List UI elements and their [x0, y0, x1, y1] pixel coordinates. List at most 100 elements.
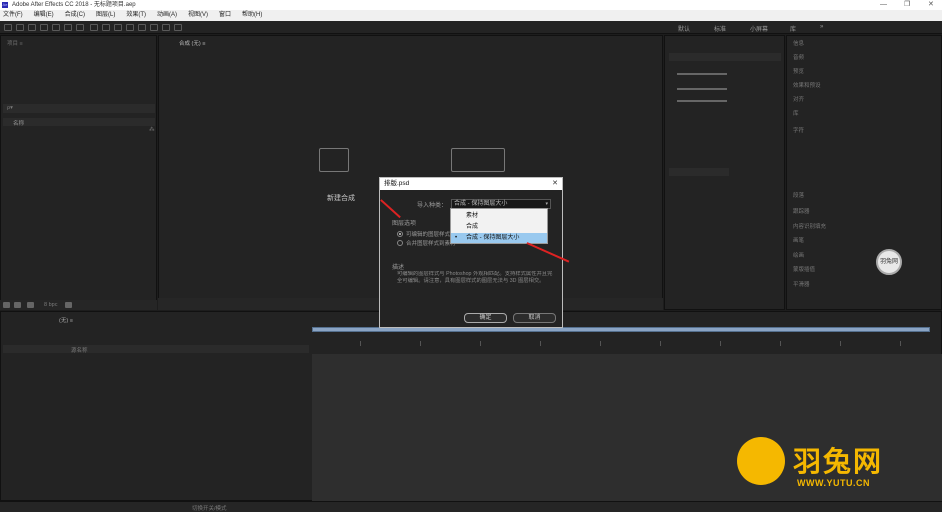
menu-bar: 文件(F) 编辑(E) 合成(C) 图层(L) 效果(T) 动画(A) 视图(V… [0, 10, 942, 21]
slider-3[interactable] [677, 100, 727, 102]
minimize-button[interactable]: — [880, 0, 887, 10]
menu-layer[interactable]: 图层(L) [96, 10, 115, 21]
interpret-footage-icon[interactable] [3, 302, 10, 308]
chevron-down-icon: ▾ [545, 201, 548, 207]
dialog-close-icon[interactable]: ✕ [552, 178, 558, 190]
clone-tool-icon[interactable] [138, 24, 146, 31]
toolbar: 默认 标准 小屏幕 库 » [0, 21, 942, 34]
eraser-tool-icon[interactable] [150, 24, 158, 31]
panel-paint[interactable]: 绘画 [793, 251, 804, 259]
panel-smoother[interactable]: 平滑器 [793, 280, 810, 288]
right-panels: 信息 音频 预览 效果和预设 对齐 库 字符 段落 跟踪器 内容识别填充 画笔 … [786, 35, 942, 310]
comp-tab[interactable]: 合成 (无) ≡ [179, 39, 205, 47]
app-window: Ae Adobe After Effects CC 2018 - 无标题项目.a… [0, 0, 942, 512]
project-tab[interactable]: 项目 ≡ [7, 39, 23, 47]
trash-icon[interactable] [65, 302, 72, 308]
camera-tool-icon[interactable] [64, 24, 72, 31]
ruler-tick [900, 341, 901, 346]
panel-preview[interactable]: 预览 [793, 67, 804, 75]
panel-library[interactable]: 库 [793, 109, 799, 117]
workspace-small-screen[interactable]: 小屏幕 [750, 24, 768, 33]
pen-tool-icon[interactable] [102, 24, 110, 31]
watermark-badge-text: 羽兔网 [879, 259, 898, 265]
import-kind-dropdown: 素材 合成 • 合成 - 保持图层大小 [450, 208, 548, 244]
preset-field[interactable] [669, 53, 781, 61]
cancel-button[interactable]: 取消 [513, 313, 556, 323]
bpc-label[interactable]: 8 bpc [44, 302, 57, 308]
maximize-button[interactable]: ❐ [904, 0, 910, 10]
new-comp-icon[interactable] [319, 148, 349, 172]
new-comp-from-footage-icon[interactable] [451, 148, 505, 172]
menu-effect[interactable]: 效果(T) [126, 10, 146, 21]
new-comp-label[interactable]: 新建合成 [327, 193, 355, 203]
shape-tool-icon[interactable] [90, 24, 98, 31]
new-comp-icon[interactable] [27, 302, 34, 308]
radio-merge-styles-label[interactable]: 合并图层样式到素材 [406, 239, 456, 247]
workspace-library[interactable]: 库 [790, 24, 796, 33]
project-column-header: 名称 [3, 118, 155, 127]
option-footage[interactable]: 素材 [451, 211, 547, 221]
menu-edit[interactable]: 编辑(E) [34, 10, 54, 21]
option-comp-retain-layer-sizes[interactable]: • 合成 - 保持图层大小 [451, 233, 547, 243]
menu-file[interactable]: 文件(F) [3, 10, 23, 21]
option-comp-retain-label: 合成 - 保持图层大小 [466, 235, 520, 241]
project-search[interactable]: ρ▾ [3, 104, 155, 113]
yutu-logo-icon [737, 437, 785, 485]
slider-2[interactable] [677, 88, 727, 90]
layer-options-label: 图层选项 [392, 221, 417, 227]
ruler-tick [720, 341, 721, 346]
ruler-tick [780, 341, 781, 346]
panel-character[interactable]: 字符 [793, 126, 804, 134]
zoom-tool-icon[interactable] [40, 24, 48, 31]
hand-tool-icon[interactable] [28, 24, 36, 31]
slider-1[interactable] [677, 73, 727, 75]
radio-editable-styles[interactable] [397, 231, 403, 237]
panel-mask-interpolation[interactable]: 蒙版插值 [793, 265, 815, 273]
import-dialog: 排版.psd ✕ 导入种类： 合成 - 保持图层大小 ▾ 图层选项 可编辑的图层… [379, 177, 563, 328]
text-tool-icon[interactable] [114, 24, 122, 31]
toggle-switches-modes[interactable]: 切换开关/模式 [192, 504, 227, 512]
home-tool-icon[interactable] [4, 24, 12, 31]
title-bar: Ae Adobe After Effects CC 2018 - 无标题项目.a… [0, 0, 942, 10]
menu-help[interactable]: 帮助(H) [242, 10, 262, 21]
menu-window[interactable]: 窗口 [219, 10, 231, 21]
panel-content-aware-fill[interactable]: 内容识别填充 [793, 222, 826, 230]
workspace-more[interactable]: » [820, 24, 823, 30]
option-composition-label: 合成 [466, 224, 479, 230]
new-folder-icon[interactable] [14, 302, 21, 308]
panel-effects-presets[interactable]: 效果和预设 [793, 81, 821, 89]
source-name-column[interactable]: 源名称 [71, 346, 88, 354]
ruler-tick [660, 341, 661, 346]
ok-button[interactable]: 确定 [464, 313, 507, 323]
panel-info[interactable]: 信息 [793, 39, 804, 47]
workspace-default[interactable]: 默认 [678, 24, 690, 33]
timeline-tab[interactable]: (无) ≡ [59, 316, 73, 324]
flowchart-icon[interactable]: ⁂ [149, 127, 155, 133]
column-name[interactable]: 名称 [13, 119, 24, 127]
menu-composition[interactable]: 合成(C) [65, 10, 85, 21]
workspace-standard[interactable]: 标准 [714, 24, 726, 33]
dialog-title-bar: 排版.psd ✕ [380, 178, 562, 190]
panel-paragraph[interactable]: 段落 [793, 191, 804, 199]
panel-brushes[interactable]: 画笔 [793, 236, 804, 244]
close-button[interactable]: ✕ [928, 0, 934, 10]
radio-editable-styles-label[interactable]: 可编辑的图层样式 [406, 230, 450, 238]
brush-tool-icon[interactable] [126, 24, 134, 31]
puppet-tool-icon[interactable] [174, 24, 182, 31]
menu-animation[interactable]: 动画(A) [157, 10, 177, 21]
panel-audio[interactable]: 音频 [793, 53, 804, 61]
ruler-tick [420, 341, 421, 346]
rotate-tool-icon[interactable] [52, 24, 60, 31]
selected-dot-icon: • [455, 235, 458, 241]
panel-align[interactable]: 对齐 [793, 95, 804, 103]
radio-merge-styles[interactable] [397, 240, 403, 246]
menu-view[interactable]: 视图(V) [188, 10, 208, 21]
option-footage-label: 素材 [466, 213, 479, 219]
roto-tool-icon[interactable] [162, 24, 170, 31]
selection-tool-icon[interactable] [16, 24, 24, 31]
mode-field[interactable] [669, 168, 729, 176]
panel-tracker[interactable]: 跟踪器 [793, 207, 810, 215]
pan-tool-icon[interactable] [76, 24, 84, 31]
effect-controls-panel [664, 35, 785, 310]
option-composition[interactable]: 合成 [451, 222, 547, 232]
